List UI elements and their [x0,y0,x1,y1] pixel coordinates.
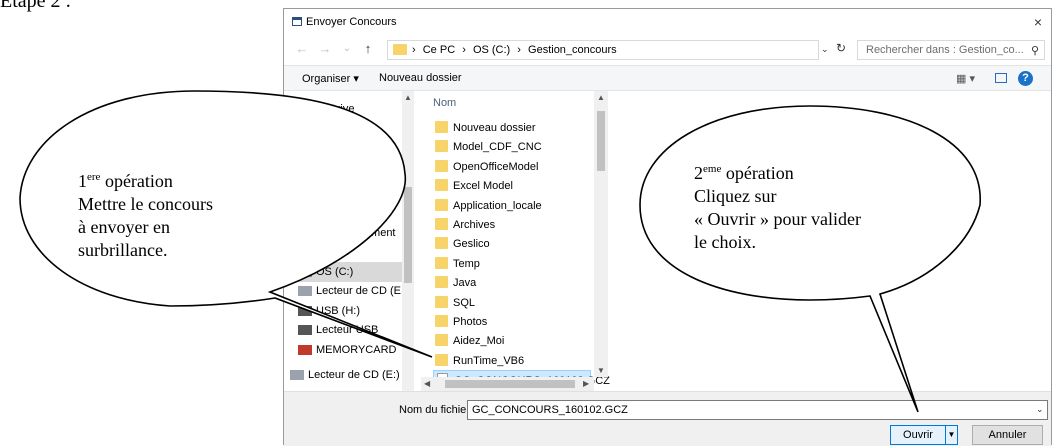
callout-left-ordinal: ere [87,171,101,183]
callout-left-line2: Mettre le concours [78,194,213,214]
callout-left-text: 1ere opération Mettre le concours à envo… [78,166,213,262]
callout-left-operation: opération [100,171,173,191]
callout-left-step-number: 1 [78,171,87,191]
callout-right-step-number: 2 [694,163,703,183]
callout-right-line3: « Ouvrir » pour valider [694,209,861,229]
callout-right-shape [639,105,981,413]
callout-right-ordinal: eme [703,163,722,175]
callout-left-line3: à envoyer en [78,217,170,237]
callout-right-text: 2eme opération Cliquez sur « Ouvrir » po… [694,158,861,254]
callout-left-line4: surbrillance. [78,240,168,260]
callout-right-operation: opération [721,163,794,183]
callout-right-line4: le choix. [694,232,756,252]
callout-right-line2: Cliquez sur [694,186,777,206]
